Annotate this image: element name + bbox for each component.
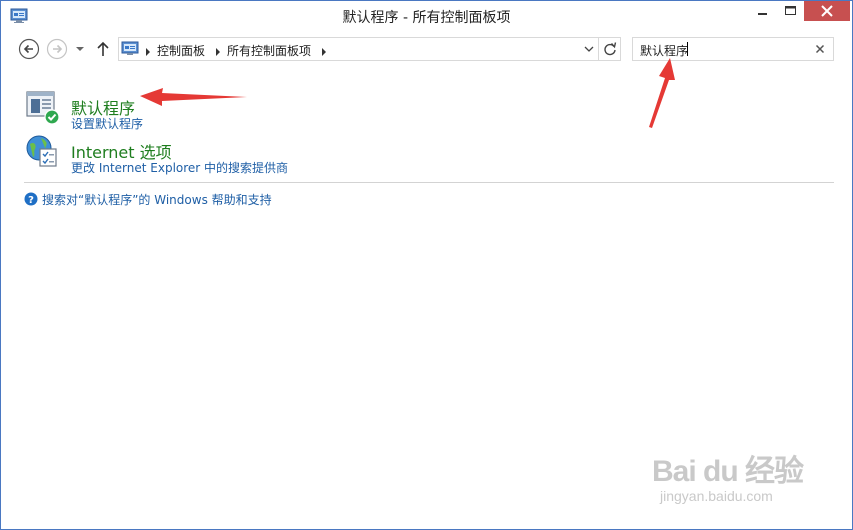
minimize-button[interactable] xyxy=(749,1,777,21)
svg-text:?: ? xyxy=(28,195,34,206)
address-dropdown-chevron-icon[interactable] xyxy=(578,38,599,60)
close-button[interactable] xyxy=(804,1,850,21)
search-query[interactable]: 默认程序 xyxy=(640,42,688,59)
text-cursor xyxy=(687,42,688,56)
default-programs-icon[interactable] xyxy=(24,89,60,125)
breadcrumb-all-items[interactable]: 所有控制面板项 xyxy=(227,42,311,59)
maximize-button[interactable] xyxy=(777,1,804,21)
result-item-default-programs[interactable]: 默认程序 设置默认程序 xyxy=(24,89,424,132)
breadcrumb-separator-icon[interactable] xyxy=(145,45,151,56)
recent-locations-chevron-icon[interactable] xyxy=(74,43,86,55)
up-arrow-icon[interactable] xyxy=(95,40,111,58)
internet-options-icon[interactable] xyxy=(24,133,60,169)
divider xyxy=(24,182,834,183)
forward-button[interactable] xyxy=(46,38,68,60)
breadcrumb-separator-icon[interactable] xyxy=(215,45,221,56)
result-link[interactable]: 更改 Internet Explorer 中的搜索提供商 xyxy=(71,159,288,176)
refresh-icon[interactable] xyxy=(598,38,621,60)
help-icon[interactable]: ? xyxy=(24,192,38,206)
clear-search-icon[interactable] xyxy=(813,42,827,56)
window-title: 默认程序 - 所有控制面板项 xyxy=(342,10,511,26)
navigation-bar: 控制面板 所有控制面板项 默认程序 xyxy=(1,34,852,64)
watermark-logo: Bai du 经验 xyxy=(652,455,804,488)
help-search-link[interactable]: 搜索对“默认程序”的 Windows 帮助和支持 xyxy=(42,191,272,208)
search-input[interactable]: 默认程序 xyxy=(632,37,834,61)
breadcrumb-separator-icon[interactable] xyxy=(321,45,327,56)
result-link[interactable]: 设置默认程序 xyxy=(71,115,143,132)
address-bar[interactable]: 控制面板 所有控制面板项 xyxy=(118,37,621,61)
result-item-internet-options[interactable]: Internet 选项 更改 Internet Explorer 中的搜索提供商 xyxy=(24,133,424,176)
watermark-url: jingyan.baidu.com xyxy=(660,488,773,504)
title-bar[interactable]: 默认程序 - 所有控制面板项 xyxy=(1,1,852,31)
baidu-jingyan-watermark: Bai du 经验 jingyan.baidu.com xyxy=(648,446,818,516)
back-button[interactable] xyxy=(18,38,40,60)
control-panel-icon xyxy=(121,41,139,57)
breadcrumb-control-panel[interactable]: 控制面板 xyxy=(157,42,205,59)
